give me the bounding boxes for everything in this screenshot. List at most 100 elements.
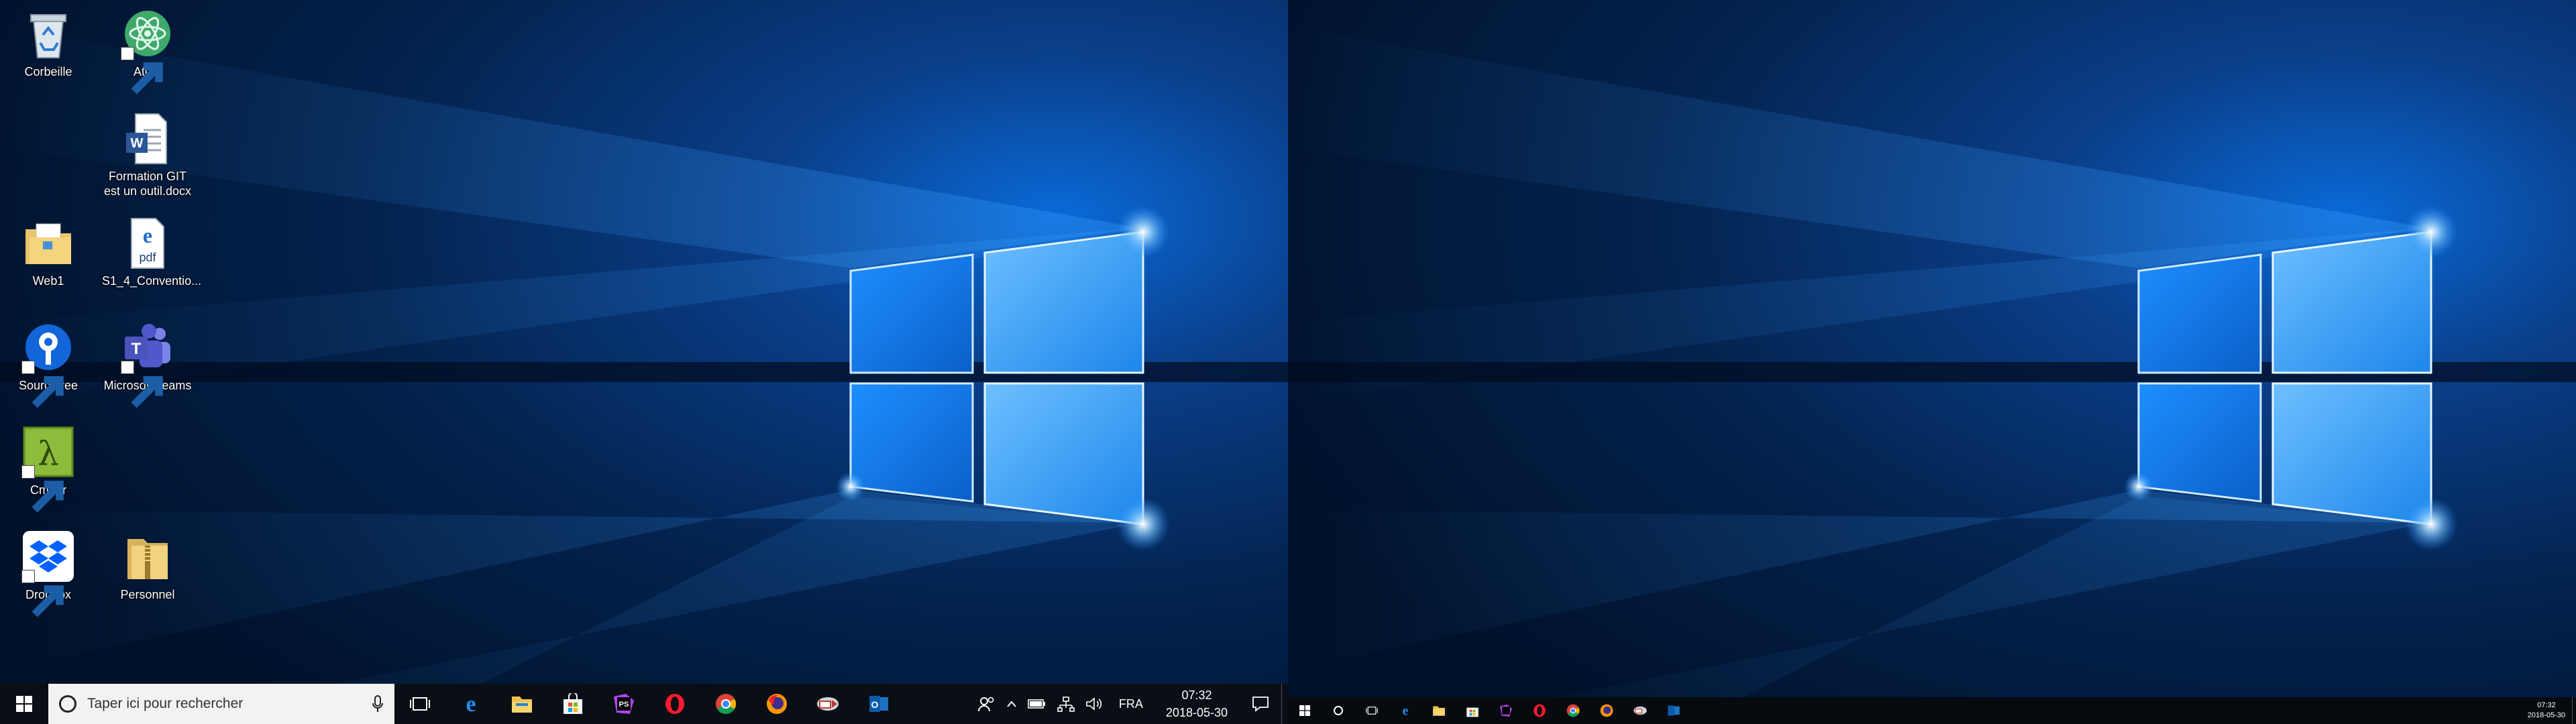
taskbar-app-file-explorer[interactable]	[496, 684, 547, 724]
task-view-icon	[1366, 707, 1378, 715]
desktop-icon-cmder[interactable]: λ Cmder	[1, 418, 95, 515]
people-button[interactable]	[973, 684, 1001, 724]
svg-text:e: e	[1403, 704, 1409, 717]
taskbar-app-firefox[interactable]	[751, 684, 802, 724]
taskbar-app-chrome[interactable]	[700, 684, 751, 724]
shortcut-arrow-icon	[21, 570, 64, 617]
svg-text:W: W	[131, 136, 144, 151]
action-center-button[interactable]	[1240, 684, 1281, 724]
phpstorm-icon: PS	[614, 694, 634, 714]
phpstorm-icon	[1500, 705, 1512, 717]
taskbar-app-edge[interactable]: e	[1389, 697, 1422, 724]
input-language-button[interactable]: FRA	[1108, 684, 1154, 724]
desktop-icon-atom[interactable]: Atom	[101, 0, 195, 97]
task-view-button[interactable]	[394, 684, 445, 724]
taskbar-app-opera[interactable]	[649, 684, 700, 724]
taskbar-app-phpstorm[interactable]: PS	[598, 684, 649, 724]
taskbar-app-remote[interactable]	[1623, 697, 1657, 724]
speaker-icon	[1086, 697, 1102, 711]
svg-text:e: e	[143, 223, 152, 247]
desktop-icon-label: Personnel	[120, 588, 175, 601]
taskbar-app-store[interactable]	[1456, 697, 1489, 724]
desktop-icon-word-document[interactable]: W Formation GIT est un outil.docx	[101, 105, 195, 205]
clock[interactable]: 07:32 2018-05-30	[2521, 701, 2572, 721]
taskbar-app-outlook[interactable]: O	[853, 684, 904, 724]
wallpaper	[1288, 0, 2576, 724]
search-placeholder: Taper ici pour rechercher	[87, 696, 244, 711]
cortana-icon	[59, 695, 76, 713]
taskbar-primary: Taper ici pour rechercher e PS O FRA 07:…	[0, 684, 1288, 724]
chrome-icon	[716, 694, 737, 715]
start-button[interactable]	[1288, 697, 1322, 724]
clock-date: 2018-05-30	[1165, 706, 1228, 719]
windows-logo-icon	[1299, 705, 1310, 716]
task-view-button[interactable]	[1355, 697, 1389, 724]
taskbar-app-remote[interactable]	[802, 684, 853, 724]
desktop-icon-recycle-bin[interactable]: Corbeille	[1, 0, 95, 97]
cortana-button[interactable]	[1322, 697, 1355, 724]
opera-icon	[1534, 704, 1546, 717]
shortcut-arrow-icon	[121, 361, 163, 408]
taskbar-app-opera[interactable]	[1523, 697, 1556, 724]
desktop-icon-web1[interactable]: Web1	[1, 209, 95, 306]
firefox-icon	[767, 694, 787, 714]
system-tray: 07:32 2018-05-30	[2521, 697, 2576, 724]
taskbar-app-file-explorer[interactable]	[1422, 697, 1456, 724]
show-desktop-button[interactable]	[2572, 697, 2576, 724]
task-view-icon	[410, 697, 430, 711]
clock[interactable]: 07:32 2018-05-30	[1154, 686, 1240, 721]
shortcut-arrow-icon	[21, 361, 64, 408]
taskbar-app-firefox[interactable]	[1590, 697, 1623, 724]
store-icon	[564, 693, 582, 714]
outlook-icon	[1668, 705, 1680, 716]
recycle-bin-icon	[30, 14, 66, 58]
desktop-icon-sourcetree[interactable]: Sourcetree	[1, 314, 95, 410]
file-explorer-icon	[1433, 706, 1445, 716]
network-icon	[1057, 697, 1075, 712]
edge-icon: e	[466, 692, 476, 715]
notification-icon	[1252, 697, 1269, 712]
battery-icon	[1028, 699, 1045, 709]
show-hidden-icons-button[interactable]	[1001, 684, 1022, 724]
desktop-icon-label: Corbeille	[24, 65, 72, 78]
chrome-icon	[1566, 704, 1580, 717]
desktop-icon-personnel[interactable]: Personnel	[101, 523, 195, 619]
taskbar-app-store[interactable]	[547, 684, 598, 724]
clock-time: 07:32	[2537, 701, 2556, 709]
microphone-icon[interactable]	[372, 695, 384, 713]
store-icon	[1466, 707, 1479, 717]
windows-logo-icon	[16, 696, 32, 712]
taskbar-app-edge[interactable]: e	[445, 684, 496, 724]
shortcut-arrow-icon	[121, 47, 163, 95]
volume-button[interactable]	[1080, 684, 1108, 724]
show-desktop-button[interactable]	[1281, 684, 1288, 724]
cortana-icon	[1334, 706, 1343, 715]
taskbar-app-chrome[interactable]	[1556, 697, 1590, 724]
taskbar-secondary: e 07:32 2018-05-30	[1288, 697, 2576, 724]
word-document-icon: W	[126, 113, 167, 164]
chevron-up-icon	[1007, 701, 1016, 707]
edge-icon: e	[1403, 704, 1409, 717]
taskbar-app-phpstorm[interactable]	[1489, 697, 1523, 724]
shortcut-arrow-icon	[21, 465, 64, 513]
svg-text:T: T	[131, 340, 142, 358]
network-button[interactable]	[1052, 684, 1080, 724]
folder-zip-icon	[127, 539, 168, 579]
clock-time: 07:32	[1181, 688, 1212, 702]
monitor-left: Corbeille Atom W Formation GIT est un ou…	[0, 0, 1288, 724]
start-button[interactable]	[0, 684, 48, 724]
desktop-icon-label: S1_4_Conventio...	[102, 274, 202, 288]
desktop-icon-dropbox[interactable]: Dropbox	[1, 523, 95, 619]
outlook-icon: O	[869, 696, 888, 712]
svg-text:pdf: pdf	[139, 251, 156, 264]
remote-app-icon	[817, 697, 839, 711]
desktop-icon-pdf[interactable]: e pdf S1_4_Conventio...	[101, 209, 202, 306]
desktop-icon-label: Formation GIT est un outil.docx	[103, 170, 192, 198]
file-explorer-icon	[512, 697, 532, 713]
search-input[interactable]: Taper ici pour rechercher	[48, 684, 394, 724]
battery-button[interactable]	[1022, 684, 1052, 724]
desktop-icon-teams[interactable]: T Microsoft Teams	[101, 314, 195, 410]
clock-date: 2018-05-30	[2527, 711, 2565, 719]
taskbar-app-outlook[interactable]	[1657, 697, 1690, 724]
desktop-icon-label: Web1	[32, 274, 64, 288]
